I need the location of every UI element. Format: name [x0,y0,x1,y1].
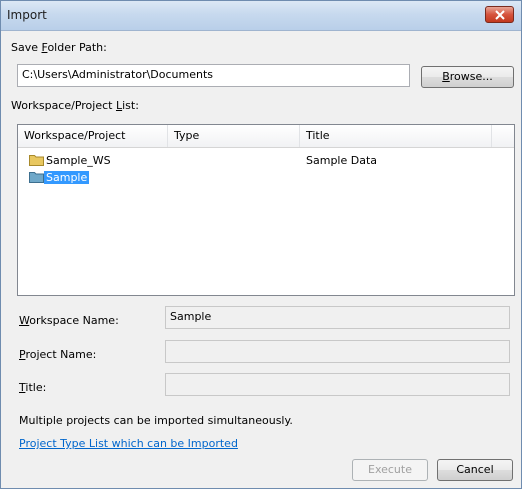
column-header-workspace-project[interactable]: Workspace/Project [18,125,168,147]
workspace-name-field[interactable]: Sample [165,306,510,329]
project-name-label: Project Name: [19,348,97,361]
execute-button[interactable]: Execute [352,459,428,481]
save-folder-label: Save Folder Path: [11,41,107,54]
column-header-title[interactable]: Title [300,125,492,147]
folder-icon [29,172,44,183]
project-name-field[interactable] [165,340,510,363]
browse-button[interactable]: Browse... [421,66,514,88]
close-icon [495,10,505,20]
info-text: Multiple projects can be imported simult… [19,414,293,427]
list-header: Workspace/Project Type Title [18,125,514,148]
workspace-project-name: Sample [44,171,90,184]
title-bar[interactable]: Import [1,1,521,31]
close-button[interactable] [485,6,514,23]
column-header-type[interactable]: Type [168,125,300,147]
workspace-project-list-label: Workspace/Project List: [11,99,139,112]
title-label: Title: [19,381,47,394]
folder-icon [29,155,44,166]
import-dialog: Import Save Folder Path: C:\Users\Admini… [0,0,522,489]
project-type-list-link[interactable]: Project Type List which can be Imported [19,437,238,450]
list-item[interactable]: Sample_WS Sample Data [18,152,514,169]
cancel-button[interactable]: Cancel [437,459,513,481]
list-item-selected[interactable]: Sample [18,169,514,186]
title-field[interactable] [165,373,510,396]
project-title: Sample Data [306,154,378,167]
save-folder-path-input[interactable]: C:\Users\Administrator\Documents [17,64,410,87]
dialog-title: Import [7,8,47,22]
workspace-project-name: Sample_WS [46,154,111,167]
workspace-project-listview[interactable]: Workspace/Project Type Title Sample_WS S… [17,124,515,296]
workspace-name-label: Workspace Name: [19,314,119,327]
